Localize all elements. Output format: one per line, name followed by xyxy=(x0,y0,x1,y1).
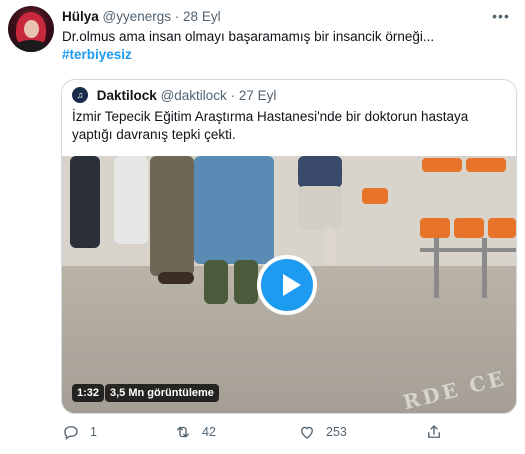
avatar-face xyxy=(24,20,39,38)
scene-chair-leg xyxy=(434,238,439,298)
scene-chair xyxy=(362,188,388,204)
reply-icon xyxy=(64,426,78,440)
quote-text: İzmir Tepecik Eğitim Araştırma Hastanesi… xyxy=(72,109,469,142)
scene-person xyxy=(298,186,342,230)
play-icon[interactable] xyxy=(257,255,317,315)
retweet-button[interactable]: 42 xyxy=(174,420,216,444)
quote-header: Daktilock @daktilock · 27 Eyl xyxy=(72,87,276,105)
header-separator: · xyxy=(174,9,180,24)
tweet-actions: 1 42 253 xyxy=(62,420,462,444)
quote-separator: · xyxy=(230,88,236,103)
author-handle[interactable]: @yyenergs xyxy=(103,9,171,24)
quoted-tweet[interactable]: Daktilock @daktilock · 27 Eyl İzmir Tepe… xyxy=(61,79,517,414)
quote-avatar[interactable] xyxy=(72,87,88,103)
scene-person xyxy=(194,156,274,264)
retweet-icon xyxy=(177,426,189,438)
scene-chair xyxy=(454,218,484,238)
video-player[interactable]: RDE CE 1:32 3,5 Mn görüntüleme xyxy=(62,156,516,413)
hashtag-link[interactable]: #terbiyesiz xyxy=(62,46,132,64)
scene-person xyxy=(204,260,228,304)
reply-button[interactable]: 1 xyxy=(62,420,97,444)
scene-person xyxy=(234,260,258,304)
tweet-text: Dr.olmus ama insan olmayı başaramamış bi… xyxy=(62,29,435,44)
scene-chair-leg xyxy=(482,238,487,298)
like-button[interactable]: 253 xyxy=(298,420,347,444)
scene-person xyxy=(114,156,148,244)
scene-chair xyxy=(488,218,516,238)
scene-chair xyxy=(466,158,506,172)
avatar-shoulders xyxy=(14,40,48,52)
scene-person xyxy=(298,156,342,188)
share-icon xyxy=(428,425,440,438)
author-avatar[interactable] xyxy=(8,6,54,52)
tweet-date[interactable]: 28 Eyl xyxy=(183,9,221,24)
share-button[interactable] xyxy=(425,420,453,444)
tweet[interactable]: Hülya @yyenergs · 28 Eyl ••• Dr.olmus am… xyxy=(0,0,525,454)
quote-author-name: Daktilock xyxy=(96,88,157,103)
author-name[interactable]: Hülya xyxy=(62,9,99,24)
heart-icon xyxy=(301,426,313,439)
quote-author-handle: @daktilock xyxy=(160,88,227,103)
reply-count: 1 xyxy=(90,425,97,439)
video-views: 3,5 Mn görüntüleme xyxy=(105,384,219,402)
scene-chair xyxy=(420,218,450,238)
scene-chair-leg xyxy=(420,248,516,252)
tweet-header: Hülya @yyenergs · 28 Eyl xyxy=(62,8,221,26)
retweet-count: 42 xyxy=(202,425,216,439)
scene-person xyxy=(158,272,194,284)
video-duration: 1:32 xyxy=(72,384,105,402)
scene-chair xyxy=(422,158,462,172)
more-dots-icon[interactable]: ••• xyxy=(491,6,511,26)
like-count: 253 xyxy=(326,425,347,439)
scene-person xyxy=(324,226,336,266)
scene-person xyxy=(150,156,194,276)
quote-date: 27 Eyl xyxy=(238,88,277,103)
scene-person xyxy=(70,156,100,248)
